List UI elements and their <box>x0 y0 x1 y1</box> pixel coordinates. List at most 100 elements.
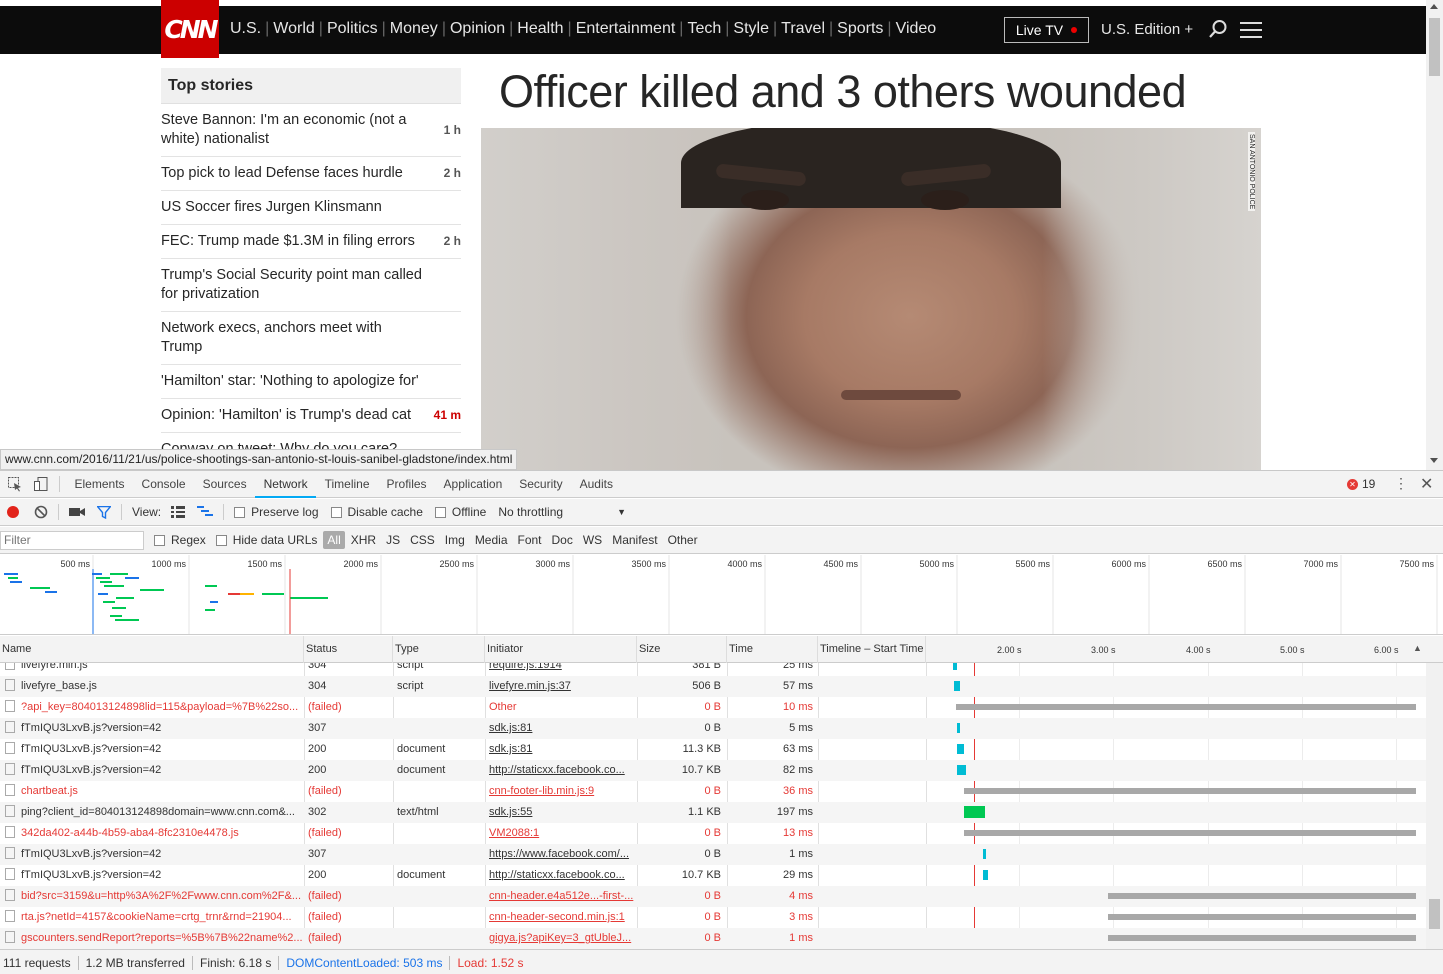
throttling-select[interactable]: No throttling ▼ <box>498 505 626 519</box>
story-headline[interactable]: Network execs, anchors meet with Trump <box>161 319 423 357</box>
request-initiator-cell[interactable]: cnn-footer-lib.min.js:9 <box>487 781 635 802</box>
scroll-down-icon[interactable] <box>1430 458 1438 463</box>
nav-link[interactable]: Politics <box>327 20 378 38</box>
scroll-up-icon[interactable] <box>1430 4 1438 9</box>
type-filter-manifest[interactable]: Manifest <box>608 531 661 549</box>
edition-selector[interactable]: U.S. Edition + <box>1101 21 1193 38</box>
hide-data-urls-checkbox[interactable]: Hide data URLs <box>215 533 317 547</box>
request-initiator[interactable]: http://staticxx.facebook.co... <box>489 764 625 776</box>
request-initiator-cell[interactable]: http://staticxx.facebook.co... <box>487 760 635 781</box>
request-row[interactable]: fTmIQU3LxvB.js?version=42 200 document http… <box>0 865 1426 886</box>
live-tv-button[interactable]: Live TV <box>1004 17 1089 43</box>
request-initiator[interactable]: livefyre.min.js:37 <box>489 680 571 692</box>
type-filter-other[interactable]: Other <box>664 531 702 549</box>
request-initiator[interactable]: gigya.js?apiKey=3_gtUbleJ... <box>489 932 631 944</box>
type-filter-js[interactable]: JS <box>382 531 404 549</box>
request-initiator[interactable]: cnn-header.e4a512e...-first-... <box>489 890 633 902</box>
request-initiator[interactable]: https://www.facebook.com/... <box>489 848 629 860</box>
nav-link[interactable]: Money <box>390 20 438 38</box>
story-headline[interactable]: Steve Bannon: I'm an economic (not a whi… <box>161 111 423 149</box>
request-name-cell[interactable]: fTmIQU3LxvB.js?version=42 <box>0 760 302 781</box>
hamburger-menu-icon[interactable] <box>1240 22 1262 38</box>
column-header-time[interactable]: Time <box>727 636 818 663</box>
request-initiator-cell[interactable]: require.js:1914 <box>487 663 635 676</box>
scrollbar-thumb[interactable] <box>1429 18 1440 76</box>
type-filter-ws[interactable]: WS <box>579 531 606 549</box>
device-mode-icon[interactable] <box>33 476 49 492</box>
request-initiator[interactable]: require.js:1914 <box>489 663 562 671</box>
request-initiator-cell[interactable]: cnn-header.e4a512e...-first-... <box>487 886 635 907</box>
request-name-cell[interactable]: fTmIQU3LxvB.js?version=42 <box>0 865 302 886</box>
request-row[interactable]: fTmIQU3LxvB.js?version=42 200 document sdk.… <box>0 739 1426 760</box>
cnn-logo[interactable]: CNN <box>161 0 219 58</box>
request-initiator-cell[interactable]: VM2088:1 <box>487 823 635 844</box>
request-initiator-cell[interactable]: sdk.js:55 <box>487 802 635 823</box>
devtools-tab-elements[interactable]: Elements <box>66 471 133 498</box>
request-table-scroll-thumb[interactable] <box>1429 899 1440 929</box>
request-initiator[interactable]: http://staticxx.facebook.co... <box>489 869 625 881</box>
type-filter-media[interactable]: Media <box>471 531 512 549</box>
request-name-cell[interactable]: livefyre.min.js <box>0 663 302 676</box>
type-filter-img[interactable]: Img <box>441 531 469 549</box>
story-item[interactable]: Network execs, anchors meet with Trump <box>161 312 461 365</box>
waterfall-view-icon[interactable] <box>197 506 214 518</box>
request-row[interactable]: fTmIQU3LxvB.js?version=42 307 sdk.js:81 0 B… <box>0 718 1426 739</box>
story-headline[interactable]: 'Hamilton' star: 'Nothing to apologize f… <box>161 372 423 391</box>
request-row[interactable]: chartbeat.js (failed) cnn-footer-lib.min.j… <box>0 781 1426 802</box>
type-filter-all[interactable]: All <box>323 531 345 549</box>
nav-link[interactable]: Travel <box>781 20 825 38</box>
story-item[interactable]: Opinion: 'Hamilton' is Trump's dead cat 4… <box>161 399 461 433</box>
inspect-element-icon[interactable] <box>7 476 23 492</box>
request-row[interactable]: livefyre.min.js 304 script require.js:1914 3… <box>0 663 1426 676</box>
request-row[interactable]: bid?src=3159&u=http%3A%2F%2Fwww.cnn.com%… <box>0 886 1426 907</box>
preserve-log-checkbox[interactable]: Preserve log <box>234 505 319 519</box>
story-item[interactable]: Top pick to lead Defense faces hurdle 2 h <box>161 157 461 191</box>
filter-icon[interactable] <box>97 505 111 519</box>
large-rows-icon[interactable] <box>171 506 186 518</box>
nav-link[interactable]: Style <box>733 20 769 38</box>
nav-link[interactable]: Video <box>896 20 937 38</box>
record-button[interactable] <box>7 506 19 518</box>
nav-link[interactable]: World <box>273 20 315 38</box>
request-row[interactable]: 342da402-a44b-4b59-aba4-8fc2310e4478.js (… <box>0 823 1426 844</box>
request-name-cell[interactable]: fTmIQU3LxvB.js?version=42 <box>0 844 302 865</box>
filter-input[interactable] <box>0 530 144 550</box>
type-filter-font[interactable]: Font <box>514 531 546 549</box>
type-filter-doc[interactable]: Doc <box>548 531 577 549</box>
request-row[interactable]: gscounters.sendReport?reports=%5B%7B%22n… <box>0 928 1426 949</box>
request-initiator[interactable]: sdk.js:55 <box>489 806 532 818</box>
story-headline[interactable]: Top pick to lead Defense faces hurdle <box>161 164 423 183</box>
story-item[interactable]: 'Hamilton' star: 'Nothing to apologize f… <box>161 365 461 399</box>
sort-ascending-icon[interactable]: ▲ <box>1413 643 1422 653</box>
nav-link[interactable]: Entertainment <box>576 20 676 38</box>
request-name-cell[interactable]: ?api_key=804013124898lid=115&payload=%7B… <box>0 697 302 718</box>
request-name-cell[interactable]: fTmIQU3LxvB.js?version=42 <box>0 718 302 739</box>
devtools-tab-application[interactable]: Application <box>435 471 511 498</box>
type-filter-xhr[interactable]: XHR <box>347 531 380 549</box>
request-row[interactable]: ?api_key=804013124898lid=115&payload=%7B… <box>0 697 1426 718</box>
offline-checkbox[interactable]: Offline <box>434 505 486 519</box>
request-name-cell[interactable]: fTmIQU3LxvB.js?version=42 <box>0 739 302 760</box>
column-header-name[interactable]: Name <box>0 636 304 663</box>
request-initiator[interactable]: cnn-footer-lib.min.js:9 <box>489 785 594 797</box>
story-headline[interactable]: US Soccer fires Jurgen Klinsmann <box>161 198 423 217</box>
column-header-initiator[interactable]: Initiator <box>485 636 637 663</box>
regex-checkbox[interactable]: Regex <box>154 533 206 547</box>
type-filter-css[interactable]: CSS <box>406 531 439 549</box>
request-initiator[interactable]: Other <box>489 701 517 713</box>
nav-link[interactable]: U.S. <box>230 20 261 38</box>
devtools-tab-sources[interactable]: Sources <box>194 471 255 498</box>
article-hero-image[interactable]: SAN ANTONIO POLICE <box>481 128 1261 470</box>
story-headline[interactable]: Opinion: 'Hamilton' is Trump's dead cat <box>161 406 423 425</box>
column-header-type[interactable]: Type <box>393 636 485 663</box>
devtools-tab-security[interactable]: Security <box>511 471 571 498</box>
request-initiator[interactable]: VM2088:1 <box>489 827 539 839</box>
request-name-cell[interactable]: rta.js?netId=4157&cookieName=crtg_trnr&r… <box>0 907 302 928</box>
story-item[interactable]: US Soccer fires Jurgen Klinsmann <box>161 191 461 225</box>
story-headline[interactable]: Trump's Social Security point man called… <box>161 266 423 304</box>
request-initiator-cell[interactable]: sdk.js:81 <box>487 718 635 739</box>
nav-link[interactable]: Health <box>517 20 563 38</box>
request-initiator-cell[interactable]: cnn-header-second.min.js:1 <box>487 907 635 928</box>
request-initiator-cell[interactable]: Other <box>487 697 635 718</box>
request-name-cell[interactable]: 342da402-a44b-4b59-aba4-8fc2310e4478.js <box>0 823 302 844</box>
